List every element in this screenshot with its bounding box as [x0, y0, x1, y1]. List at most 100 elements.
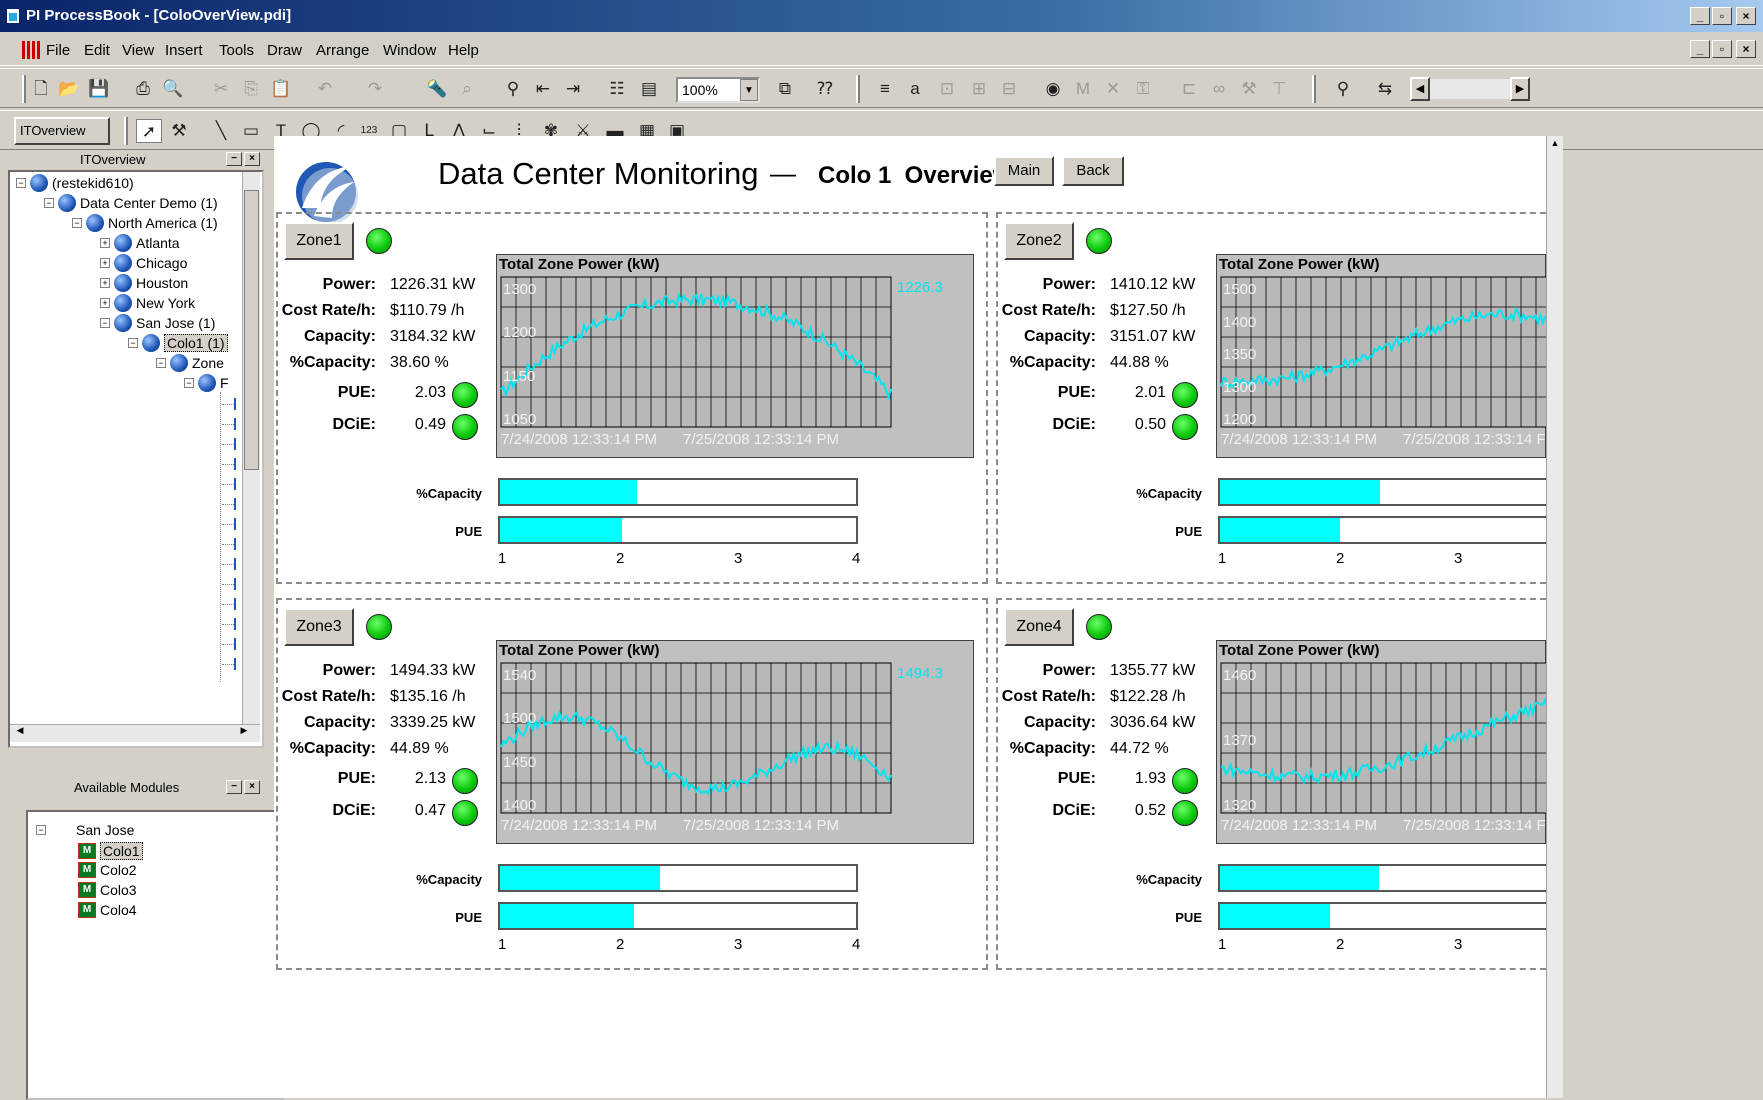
- cut-icon[interactable]: ✂: [208, 77, 234, 101]
- menu-help[interactable]: Help: [448, 42, 479, 59]
- scroll-right-icon[interactable]: ▶: [1510, 77, 1530, 101]
- menu-window[interactable]: Window: [383, 42, 436, 59]
- module-item[interactable]: M Colo3: [78, 882, 137, 898]
- total-zone-power-trend[interactable]: Total Zone Power (kW) 1300 1200 1150 1050 7/2…: [496, 254, 974, 458]
- collapse-icon[interactable]: −: [100, 318, 110, 328]
- scroll-thumb[interactable]: [244, 190, 259, 470]
- tag-search-icon-2[interactable]: ⚲: [1330, 77, 1356, 101]
- line-weight-icon[interactable]: ≡: [872, 77, 898, 101]
- expand-icon[interactable]: +: [100, 298, 110, 308]
- print-icon[interactable]: ⎙: [130, 77, 156, 101]
- tree-item[interactable]: − (restekid610): [16, 174, 134, 192]
- module-group[interactable]: − San Jose: [36, 822, 134, 838]
- align-icon[interactable]: ⊡: [934, 77, 960, 101]
- menu-insert[interactable]: Insert: [165, 42, 203, 59]
- tree-subitem-icon[interactable]: [234, 398, 240, 410]
- expand-icon[interactable]: +: [100, 238, 110, 248]
- tree-item[interactable]: + Houston: [100, 274, 188, 292]
- link-icon[interactable]: ∞: [1206, 77, 1232, 101]
- whats-this-icon[interactable]: ⁇: [812, 77, 838, 101]
- tree-item[interactable]: − San Jose (1): [100, 314, 215, 332]
- chevron-down-icon[interactable]: ▼: [740, 79, 758, 101]
- line-tool-icon[interactable]: ╲: [208, 119, 234, 143]
- scroll-left-icon[interactable]: ◀: [12, 725, 28, 741]
- collapse-icon[interactable]: −: [128, 338, 138, 348]
- zone-button[interactable]: Zone3: [284, 608, 354, 646]
- tree-item[interactable]: − Zone: [156, 354, 224, 372]
- time-scrollbar[interactable]: [1430, 79, 1510, 99]
- import-icon[interactable]: ⇤: [530, 77, 556, 101]
- panel-pin-icon[interactable]: −: [226, 780, 242, 794]
- minimize-icon[interactable]: _: [1690, 7, 1710, 25]
- tree-subitem-icon[interactable]: [234, 658, 240, 670]
- tree-subitem-icon[interactable]: [234, 558, 240, 570]
- find-icon[interactable]: ⌕: [454, 77, 480, 101]
- tree-subitem-icon[interactable]: [234, 418, 240, 430]
- menu-file[interactable]: File: [46, 42, 70, 59]
- print-preview-icon[interactable]: 🔍: [160, 77, 186, 101]
- tree-subitem-icon[interactable]: [234, 518, 240, 530]
- tree-item[interactable]: − North America (1): [72, 214, 218, 232]
- save-icon[interactable]: 💾: [86, 77, 112, 101]
- total-zone-power-trend[interactable]: Total Zone Power (kW) 1540 1500 1450 1400 7/2…: [496, 640, 974, 844]
- window-layout-icon[interactable]: ▤: [636, 77, 662, 101]
- tree-subitem-icon[interactable]: [234, 478, 240, 490]
- collapse-icon[interactable]: −: [156, 358, 166, 368]
- tree-subitem-icon[interactable]: [234, 598, 240, 610]
- total-zone-power-trend[interactable]: Total Zone Power (kW) 1460 1370 1320 7/24/20…: [1216, 640, 1546, 844]
- tree-item[interactable]: − Colo1 (1): [128, 334, 228, 352]
- ungroup-icon[interactable]: ⊟: [996, 77, 1022, 101]
- tree-subitem-icon[interactable]: [234, 618, 240, 630]
- collapse-icon[interactable]: −: [16, 178, 26, 188]
- select-pointer-icon[interactable]: ➚: [136, 119, 162, 143]
- menu-draw[interactable]: Draw: [267, 42, 302, 59]
- dataset-icon[interactable]: ⊏: [1176, 77, 1202, 101]
- doc-restore-icon[interactable]: ▫: [1712, 40, 1732, 58]
- collapse-icon[interactable]: −: [36, 825, 46, 835]
- toolbar-grip[interactable]: [856, 75, 860, 103]
- open-icon[interactable]: 📂: [56, 77, 82, 101]
- multistate-icon[interactable]: M: [1070, 77, 1096, 101]
- arrange-icon[interactable]: ⊤: [1266, 77, 1292, 101]
- doc-minimize-icon[interactable]: _: [1690, 40, 1710, 58]
- tree-item[interactable]: + Atlanta: [100, 234, 180, 252]
- menu-edit[interactable]: Edit: [84, 42, 110, 59]
- tools-icon[interactable]: ⚒: [1236, 77, 1262, 101]
- group-icon[interactable]: ⊞: [966, 77, 992, 101]
- panel-close-icon[interactable]: ×: [244, 780, 260, 794]
- tree-subitem-icon[interactable]: [234, 498, 240, 510]
- properties-icon[interactable]: ⚿: [1130, 77, 1156, 101]
- zone-button[interactable]: Zone4: [1004, 608, 1074, 646]
- doc-close-icon[interactable]: ×: [1736, 40, 1756, 58]
- paste-icon[interactable]: 📋: [268, 77, 294, 101]
- rectangle-tool-icon[interactable]: ▭: [238, 119, 264, 143]
- total-zone-power-trend[interactable]: Total Zone Power (kW) 1500 1400 1350 1300 120…: [1216, 254, 1546, 458]
- delete-icon[interactable]: ✕: [1100, 77, 1126, 101]
- canvas-vscroll[interactable]: ▲: [1546, 136, 1563, 1098]
- collapse-icon[interactable]: −: [184, 378, 194, 388]
- toolbar-grip[interactable]: [1312, 75, 1316, 103]
- collapse-icon[interactable]: −: [72, 218, 82, 228]
- module-item[interactable]: M Colo1: [78, 842, 143, 860]
- panel-close-icon[interactable]: ×: [244, 152, 260, 166]
- tree-subitem-icon[interactable]: [234, 638, 240, 650]
- tree-item[interactable]: − F: [184, 374, 229, 392]
- tree-hscroll[interactable]: ◀ ▶: [10, 724, 260, 742]
- collapse-icon[interactable]: −: [44, 198, 54, 208]
- tree-subitem-icon[interactable]: [234, 578, 240, 590]
- export-icon[interactable]: ⇥: [560, 77, 586, 101]
- undo-icon[interactable]: ↶: [312, 77, 338, 101]
- new-icon[interactable]: 🗋: [28, 77, 54, 101]
- copy-icon[interactable]: ⎘: [238, 77, 264, 101]
- restore-icon[interactable]: ▫: [1712, 7, 1732, 25]
- scroll-left-icon[interactable]: ◀: [1410, 77, 1430, 101]
- toolbar-grip[interactable]: [124, 117, 128, 145]
- close-icon[interactable]: ×: [1736, 7, 1756, 25]
- expand-icon[interactable]: +: [100, 258, 110, 268]
- color-wheel-icon[interactable]: ◉: [1040, 77, 1066, 101]
- text-format-icon[interactable]: a: [902, 77, 928, 101]
- format-icon[interactable]: ☷: [604, 77, 630, 101]
- menu-tools[interactable]: Tools: [219, 42, 254, 59]
- tree-subitem-icon[interactable]: [234, 538, 240, 550]
- redo-icon[interactable]: ↷: [362, 77, 388, 101]
